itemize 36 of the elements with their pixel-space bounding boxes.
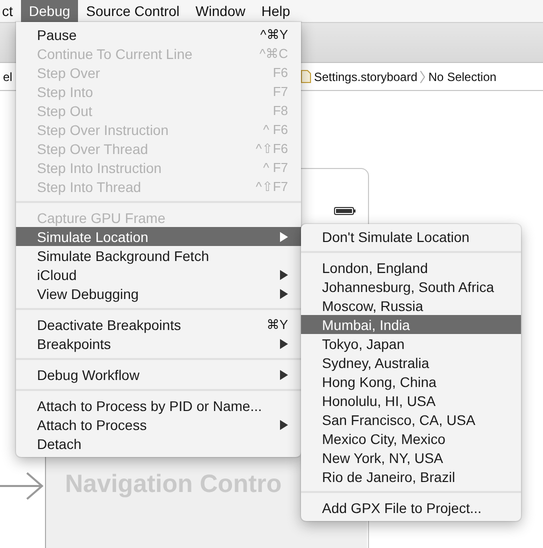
menu-item[interactable]: Sydney, Australia: [301, 353, 521, 372]
menu-item[interactable]: Attach to Process: [16, 415, 301, 434]
menu-item[interactable]: Tokyo, Japan: [301, 334, 521, 353]
menu-bar-item[interactable]: Source Control: [78, 0, 188, 22]
menu-item[interactable]: London, England: [301, 258, 521, 277]
menu-item[interactable]: Hong Kong, China: [301, 372, 521, 391]
menu-item[interactable]: Debug Workflow: [16, 365, 301, 384]
menu-item[interactable]: Mexico City, Mexico: [301, 429, 521, 448]
menu-item[interactable]: Rio de Janeiro, Brazil: [301, 467, 521, 486]
menu-bar-item[interactable]: Help: [253, 0, 298, 22]
menu-item[interactable]: Don't Simulate Location: [301, 227, 521, 246]
menu-item[interactable]: Simulate Location: [16, 227, 301, 246]
menu-item[interactable]: iCloud: [16, 265, 301, 284]
menu-item[interactable]: Add GPX File to Project...: [301, 498, 521, 517]
jump-bar-item[interactable]: No Selection: [428, 70, 496, 84]
menu-item[interactable]: Honolulu, HI, USA: [301, 391, 521, 410]
chevron-icon: [420, 70, 426, 84]
menu-item[interactable]: San Francisco, CA, USA: [301, 410, 521, 429]
menu-item[interactable]: Pause ^⌘Y: [16, 25, 301, 44]
menu-item[interactable]: Attach to Process by PID or Name...: [16, 396, 301, 415]
menu-item[interactable]: New York, NY, USA: [301, 448, 521, 467]
menu-bar-item[interactable]: ct: [0, 0, 21, 22]
jump-bar-item[interactable]: Settings.storyboard: [314, 70, 418, 84]
entry-arrow-icon: [0, 471, 44, 501]
menu-item[interactable]: View Debugging: [16, 284, 301, 303]
menu-item[interactable]: Mumbai, India: [301, 315, 521, 334]
menu-item[interactable]: Simulate Background Fetch: [16, 246, 301, 265]
menu-bar-item[interactable]: Window: [188, 0, 254, 22]
jump-bar-item[interactable]: el: [0, 70, 12, 84]
menu-bar-item[interactable]: Debug: [20, 0, 78, 22]
menu-item[interactable]: Breakpoints: [16, 334, 301, 353]
battery-icon: [334, 207, 356, 215]
menu-item[interactable]: Deactivate Breakpoints ⌘Y: [16, 315, 301, 334]
menu-item[interactable]: Moscow, Russia: [301, 296, 521, 315]
menu-item[interactable]: Detach: [16, 434, 301, 453]
menu-item[interactable]: Johannesburg, South Africa: [301, 277, 521, 296]
